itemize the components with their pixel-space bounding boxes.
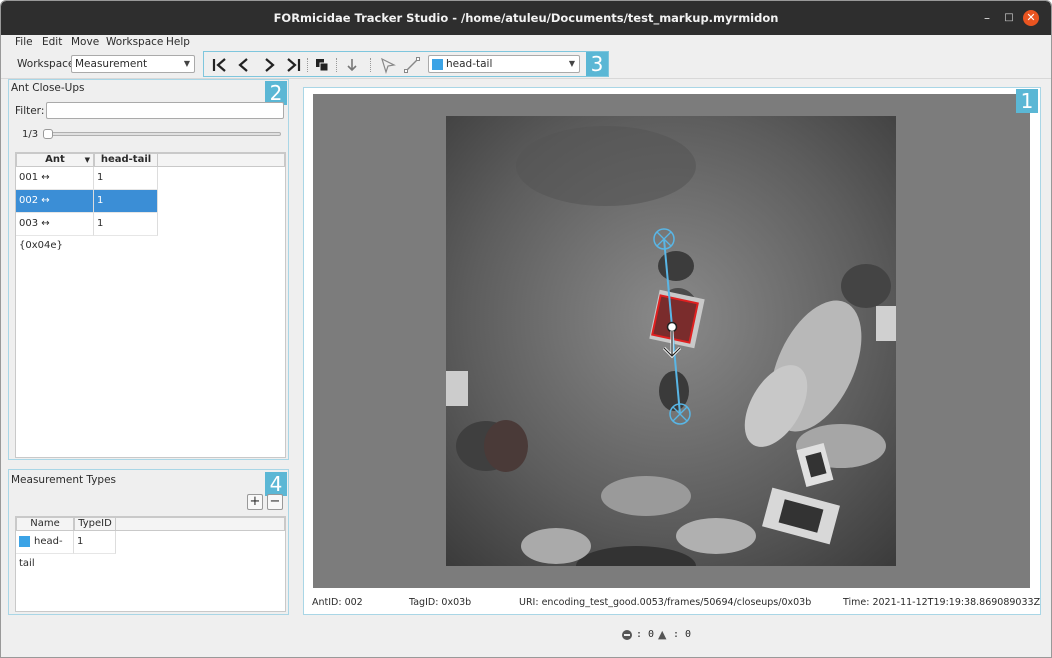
- table-row-ant[interactable]: 003 ↔ {0x04e}: [16, 213, 94, 251]
- toolbar-separator: [307, 58, 308, 72]
- measurement-type-select[interactable]: head-tail ▼: [428, 55, 580, 73]
- close-button[interactable]: ✕: [1023, 10, 1039, 26]
- uri-label: URI: encoding_test_good.0053/frames/5069…: [519, 597, 812, 608]
- ant-closeups-panel: Ant Close-Ups 2 Filter: 1/3 Ant ▼ head-ta…: [8, 79, 289, 460]
- maximize-button[interactable]: □: [1001, 10, 1017, 26]
- filter-input[interactable]: [46, 102, 284, 119]
- region-badge-1: 1: [1016, 89, 1038, 113]
- first-frame-icon[interactable]: [210, 56, 230, 74]
- window-title: FORmicidae Tracker Studio - /home/atuleu…: [273, 11, 779, 25]
- table-row-value[interactable]: 1: [94, 167, 158, 190]
- toolbar: Workspace: Measurement ▼ head-tail ▼ 3: [1, 49, 1051, 79]
- navigation-toolbar: head-tail ▼ 3: [203, 51, 609, 77]
- menu-bar: File Edit Move Workspace Help: [1, 35, 1051, 49]
- table-row-name[interactable]: head-tail: [16, 531, 74, 569]
- pointer-tool-icon[interactable]: [378, 56, 398, 74]
- prev-icon[interactable]: [234, 56, 254, 74]
- menu-edit[interactable]: Edit: [42, 36, 62, 48]
- line-tool-icon[interactable]: [402, 56, 422, 74]
- ant-id-label: AntID: 002: [312, 597, 363, 608]
- position-label: 1/3: [22, 129, 39, 140]
- column-header-head-tail[interactable]: head-tail: [94, 153, 158, 167]
- menu-file[interactable]: File: [15, 36, 33, 48]
- title-bar: FORmicidae Tracker Studio - /home/atuleu…: [1, 1, 1051, 35]
- menu-workspace[interactable]: Workspace: [106, 36, 163, 48]
- error-count: : 0: [636, 629, 655, 640]
- ant-table: Ant▼ head-tail 001 ↔ {0x00d} 1 002 ↔ {0x…: [15, 152, 286, 458]
- column-header-filler: [158, 153, 285, 167]
- menu-help[interactable]: Help: [166, 36, 190, 48]
- slider-handle[interactable]: [43, 129, 53, 139]
- sort-indicator-icon: ▼: [84, 156, 90, 164]
- column-header-name[interactable]: Name: [16, 517, 74, 531]
- table-row-typeid[interactable]: 1: [74, 531, 116, 554]
- toolbar-separator: [336, 58, 337, 72]
- column-header-typeid[interactable]: TypeID: [74, 517, 116, 531]
- filter-label: Filter:: [15, 105, 45, 117]
- last-frame-icon[interactable]: [283, 56, 303, 74]
- closeup-viewer-panel: 1: [303, 87, 1041, 615]
- region-badge-3: 3: [586, 52, 608, 76]
- measurement-types-table: Name TypeID head-tail 1: [15, 516, 286, 612]
- closeup-slider[interactable]: [43, 129, 281, 139]
- table-row-value-selected[interactable]: 1: [94, 190, 158, 213]
- color-swatch: [432, 58, 443, 70]
- tag-id-label: TagID: 0x03b: [409, 597, 472, 608]
- ant-closeups-title: Ant Close-Ups: [11, 82, 85, 94]
- measurement-type-value: head-tail: [446, 58, 493, 70]
- toolbar-separator: [370, 58, 371, 72]
- menu-move[interactable]: Move: [71, 36, 99, 48]
- warning-icon: ▲: [658, 628, 667, 641]
- ant-closeup-image[interactable]: [446, 116, 896, 566]
- image-canvas[interactable]: [313, 94, 1030, 588]
- copy-icon[interactable]: [312, 56, 332, 74]
- chevron-down-icon: ▼: [183, 59, 190, 68]
- measurement-types-title: Measurement Types: [11, 474, 117, 486]
- color-swatch: [19, 535, 30, 547]
- region-badge-4: 4: [265, 472, 287, 496]
- table-row-ant[interactable]: 001 ↔ {0x00d}: [16, 167, 94, 205]
- time-label: Time: 2021-11-12T19:19:38.869089033Z: [843, 597, 1041, 608]
- workspace-label: Workspace:: [17, 58, 78, 70]
- column-header-ant[interactable]: Ant ▼: [16, 153, 94, 167]
- workspace-value: Measurement: [75, 58, 148, 70]
- next-icon[interactable]: [259, 56, 279, 74]
- warning-count: : 0: [673, 629, 692, 640]
- app-window: FORmicidae Tracker Studio - /home/atuleu…: [0, 0, 1052, 658]
- table-row-ant-selected[interactable]: 002 ↔ {0x03b}: [16, 190, 94, 228]
- error-icon: [622, 630, 632, 640]
- minimize-button[interactable]: –: [979, 10, 995, 26]
- measurement-types-panel: Measurement Types 4 + − Name TypeID head…: [8, 469, 289, 615]
- table-row-value[interactable]: 1: [94, 213, 158, 236]
- status-bar: : 0 ▲ : 0: [1, 621, 1051, 657]
- remove-type-button[interactable]: −: [267, 494, 283, 510]
- add-type-button[interactable]: +: [247, 494, 263, 510]
- down-arrow-icon[interactable]: [342, 56, 362, 74]
- workspace-select[interactable]: Measurement ▼: [71, 55, 195, 73]
- chevron-down-icon: ▼: [568, 59, 575, 68]
- column-header-filler: [116, 517, 285, 531]
